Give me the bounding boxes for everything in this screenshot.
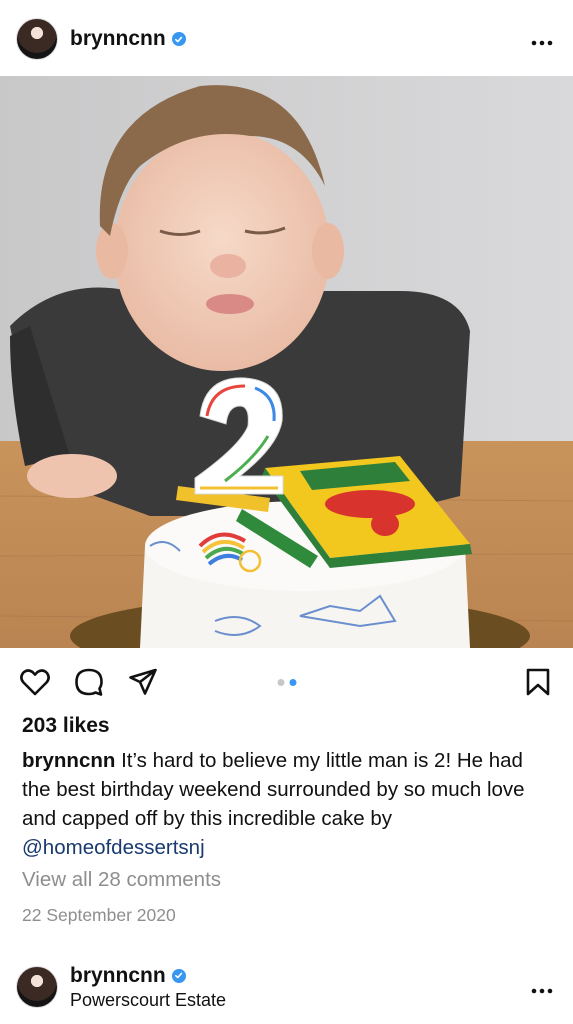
- carousel-indicator: [277, 678, 296, 686]
- action-bar: [0, 660, 573, 704]
- comment-icon[interactable]: [72, 665, 106, 699]
- caption-mention[interactable]: @homeofdessertsnj: [22, 836, 205, 859]
- more-options-icon[interactable]: [527, 26, 557, 52]
- carousel-dot: [277, 678, 284, 686]
- post-image: [0, 76, 573, 648]
- verified-badge-icon: [171, 968, 186, 983]
- heart-icon[interactable]: [18, 665, 52, 699]
- next-post-header: brynncnn Powerscourt Estate: [0, 950, 573, 1024]
- post-header: brynncnn: [0, 2, 573, 76]
- send-icon[interactable]: [126, 665, 160, 699]
- view-comments-link[interactable]: View all 28 comments: [22, 868, 221, 892]
- caption: brynncnn It’s hard to believe my little …: [22, 746, 557, 862]
- username[interactable]: brynncnn: [70, 964, 166, 988]
- likes-count[interactable]: 203 likes: [22, 714, 110, 738]
- caption-username[interactable]: brynncnn: [22, 749, 115, 772]
- username-row: brynncnn: [70, 964, 226, 988]
- username-row: brynncnn: [70, 27, 186, 51]
- avatar[interactable]: [16, 966, 58, 1008]
- bookmark-icon[interactable]: [521, 665, 555, 699]
- post-date: 22 September 2020: [22, 905, 176, 925]
- post-photo[interactable]: [0, 76, 573, 648]
- username[interactable]: brynncnn: [70, 27, 166, 51]
- verified-badge-icon: [171, 32, 186, 46]
- username-block: brynncnn Powerscourt Estate: [70, 964, 226, 1011]
- carousel-dot-active: [289, 678, 296, 686]
- avatar[interactable]: [16, 18, 58, 60]
- location[interactable]: Powerscourt Estate: [70, 990, 226, 1011]
- username-block: brynncnn: [70, 27, 186, 51]
- more-options-icon[interactable]: [527, 974, 557, 1000]
